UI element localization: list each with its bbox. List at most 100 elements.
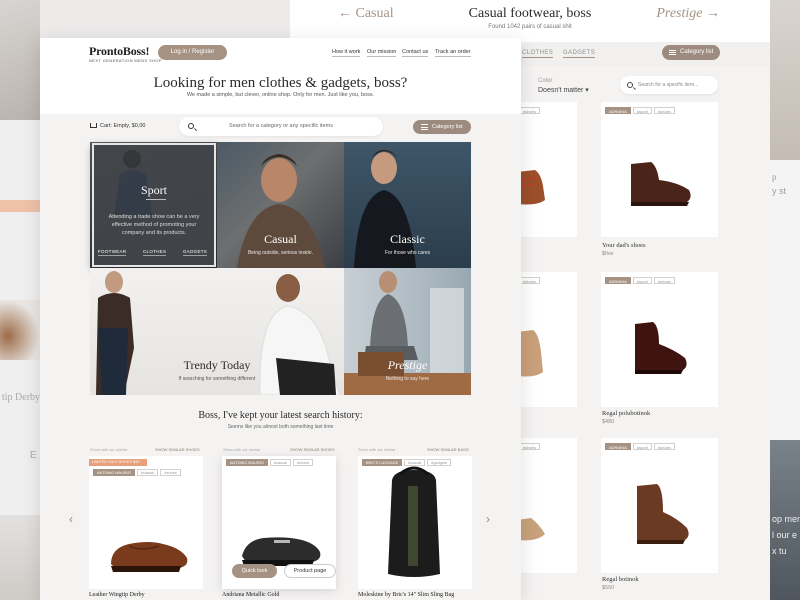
show-similar-link[interactable]: SHOW SIMILAR SHOES bbox=[155, 447, 200, 452]
tile-title: Classic bbox=[390, 232, 425, 246]
nav-our-mission[interactable]: Our mission bbox=[367, 49, 397, 57]
cart-link[interactable]: Cart: Empty, $0,00 bbox=[90, 123, 145, 129]
tile-title: Casual bbox=[264, 232, 297, 246]
boot-image bbox=[635, 322, 687, 374]
background-text: y st bbox=[772, 186, 787, 196]
sport-link-gadgets[interactable]: GADGETS bbox=[183, 249, 208, 256]
background-text: p bbox=[772, 172, 777, 182]
color-filter-label: Color bbox=[538, 78, 553, 84]
tile-subtitle: Nothing to say here bbox=[385, 376, 430, 382]
card-meta: Show with ad. similar bbox=[223, 447, 261, 452]
hero-subtitle: We made a simple, but clever, online sho… bbox=[186, 92, 375, 98]
product-card[interactable]: ADRIANA #sport #shoes bbox=[601, 438, 718, 573]
history-card[interactable]: LIMITED SALE SHOES $45 ANTONIO MAURIZI #… bbox=[89, 456, 203, 589]
product-card[interactable]: ADRIANA #sport #shoes bbox=[601, 272, 718, 407]
history-product-name[interactable]: Moleskine by Bric's 14" Slim Sling Bag bbox=[358, 592, 454, 598]
boot-image bbox=[631, 162, 691, 206]
product-card[interactable]: ADRIANA #sport #shoes bbox=[601, 102, 718, 237]
card-meta: Show with ad. similar bbox=[90, 447, 128, 452]
product-name[interactable]: Regal botinok bbox=[602, 576, 639, 583]
carousel-prev-icon[interactable]: ‹ bbox=[69, 512, 73, 526]
logo[interactable]: ProntoBoss! bbox=[89, 44, 149, 59]
background-ribbon bbox=[0, 200, 40, 212]
nav-clothes[interactable]: CLOTHES bbox=[522, 50, 554, 58]
sport-link-clothes[interactable]: CLOTHES bbox=[143, 249, 167, 256]
tile-title: Trendy Today bbox=[183, 358, 251, 372]
tile-description: Attending a trade show can be a very eff… bbox=[108, 214, 200, 236]
background-shoe bbox=[0, 300, 40, 360]
hero-title: Looking for men clothes & gadgets, boss? bbox=[153, 75, 408, 91]
search-icon bbox=[188, 123, 194, 129]
background-photo bbox=[0, 0, 40, 120]
tile-subtitle: Being outside, serious inside. bbox=[247, 250, 314, 256]
product-name[interactable]: Regal polubotinok bbox=[602, 410, 650, 417]
show-similar-link[interactable]: SHOW SIMILAR SHOES bbox=[290, 447, 335, 452]
boot-image bbox=[517, 330, 543, 377]
listing-subtitle: Found 1042 pairs of casual shit bbox=[488, 24, 572, 30]
background-text: x tu bbox=[772, 546, 787, 556]
logo-tagline: NEXT GENERATION MENS SHOP bbox=[89, 58, 162, 63]
tile-sport[interactable]: Sport Attending a trade show can be a ve… bbox=[92, 143, 216, 267]
bag-image bbox=[388, 466, 440, 577]
category-list-label: Category list bbox=[432, 124, 463, 130]
history-title: Boss, I've kept your latest search histo… bbox=[198, 410, 363, 421]
login-register-button[interactable]: Log in / Register bbox=[158, 45, 227, 60]
category-list-button[interactable]: Category list bbox=[413, 120, 471, 134]
boot-image bbox=[637, 484, 689, 544]
sport-photo bbox=[114, 150, 152, 215]
shoe-image bbox=[111, 542, 188, 572]
menu-icon bbox=[421, 124, 428, 130]
background-text: l our e bbox=[772, 530, 798, 540]
divider bbox=[146, 199, 166, 200]
tile-title: Prestige bbox=[387, 358, 428, 372]
tile-prestige[interactable]: Prestige Nothing to say here bbox=[344, 268, 471, 395]
color-filter-select[interactable]: Doesn't matter ▾ bbox=[538, 86, 589, 94]
background-product-label: tip Derby bbox=[2, 392, 40, 403]
background-photo bbox=[770, 0, 800, 160]
category-list-label: Category list bbox=[680, 49, 714, 55]
quick-look-button[interactable]: Quick look bbox=[232, 564, 277, 578]
tile-casual[interactable]: Casual Being outside, serious inside. bbox=[217, 142, 344, 268]
nav-gadgets[interactable]: GADGETS bbox=[563, 50, 596, 58]
nav-how-it-work[interactable]: How it work bbox=[332, 49, 361, 57]
cart-label: Cart: Empty, $0,00 bbox=[100, 123, 146, 129]
product-price: $480 bbox=[602, 419, 615, 425]
background-text: op men bbox=[772, 514, 800, 524]
product-price: $five bbox=[602, 251, 614, 257]
search-icon bbox=[627, 82, 633, 88]
search-placeholder: Search for a specific item... bbox=[638, 82, 699, 88]
show-similar-link[interactable]: SHOW SIMILAR BAGS bbox=[427, 447, 469, 452]
tile-title: Sport bbox=[140, 183, 167, 197]
product-name[interactable]: Your dad's shoes bbox=[602, 242, 646, 249]
background-photo bbox=[0, 515, 40, 600]
next-category-link[interactable]: Prestige → bbox=[656, 6, 720, 22]
search-placeholder: Search for a category or any specific it… bbox=[229, 123, 333, 129]
background-arrow: E bbox=[30, 450, 37, 461]
background-left-strip: tip Derby E bbox=[0, 0, 40, 600]
history-product-name[interactable]: Leather Wingtip Derby bbox=[89, 592, 145, 598]
product-page-button[interactable]: Product page bbox=[284, 564, 336, 578]
home-page: ProntoBoss! NEXT GENERATION MENS SHOP Lo… bbox=[40, 38, 521, 600]
history-subtitle: Seems like you almost both something las… bbox=[227, 424, 334, 430]
category-list-button[interactable]: Category list bbox=[662, 45, 720, 60]
shoe-image bbox=[517, 518, 545, 541]
tile-trendy-today[interactable]: Trendy Today If searching for something … bbox=[90, 268, 344, 395]
home-search-input[interactable]: Search for a category or any specific it… bbox=[179, 117, 383, 136]
product-price: $550 bbox=[602, 585, 615, 591]
background-right-strip: p y st op men l our e x tu bbox=[770, 0, 800, 600]
tile-subtitle: For those who cares bbox=[384, 250, 431, 256]
tile-classic[interactable]: Classic For those who cares bbox=[344, 142, 471, 268]
nav-track-order[interactable]: Track an order bbox=[435, 49, 471, 57]
product-card-partial[interactable]: #shoes bbox=[517, 272, 577, 407]
history-card[interactable]: BRIC'S LUGGAGE #casual #gadgets bbox=[358, 456, 472, 589]
boot-image bbox=[517, 170, 545, 205]
carousel-next-icon[interactable]: › bbox=[486, 512, 490, 526]
listing-search-input[interactable]: Search for a specific item... bbox=[620, 76, 718, 94]
home-header: ProntoBoss! NEXT GENERATION MENS SHOP Lo… bbox=[40, 38, 521, 114]
sport-link-footwear[interactable]: FOOTWEAR bbox=[98, 249, 127, 256]
listing-header: ← Casual Casual footwear, boss Found 104… bbox=[290, 0, 770, 42]
product-card-partial[interactable]: #shoes bbox=[517, 102, 577, 237]
history-product-name[interactable]: Andriana Metallic Gold bbox=[222, 592, 279, 598]
product-card-partial[interactable]: #shoes bbox=[517, 438, 577, 573]
nav-contact-us[interactable]: Contact us bbox=[402, 49, 429, 57]
